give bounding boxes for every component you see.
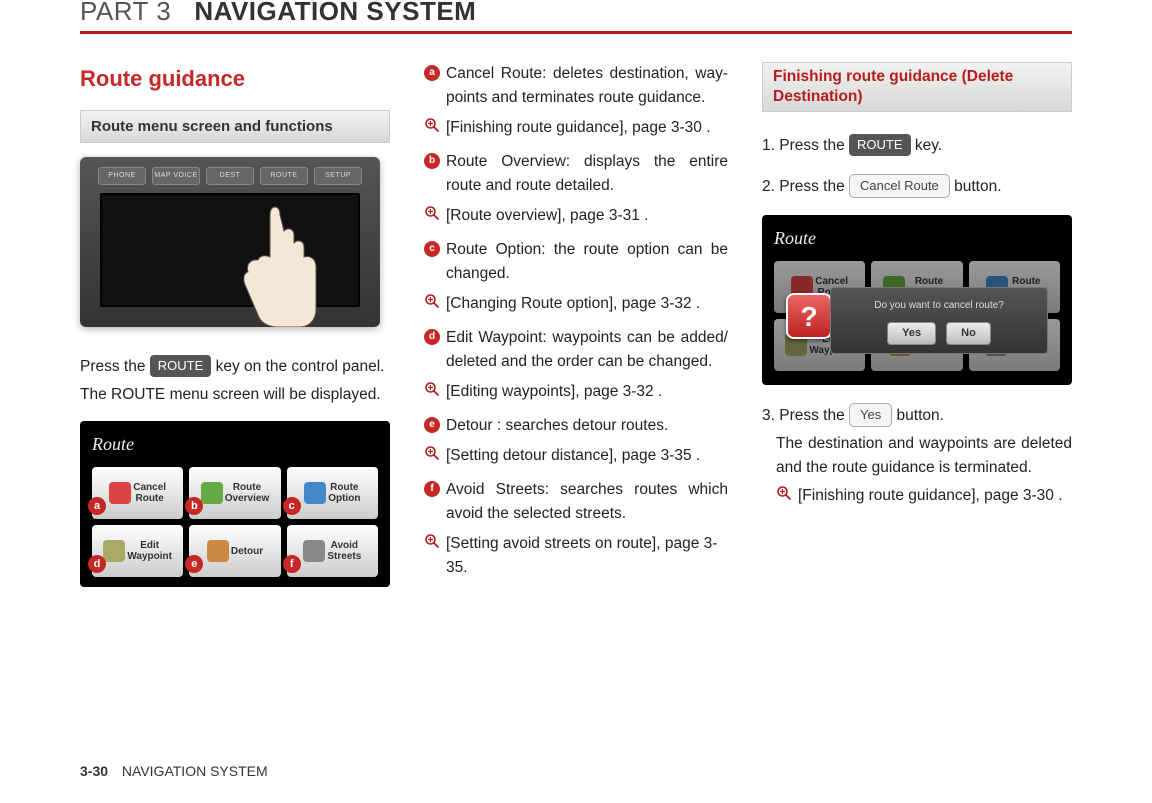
instruction-1: Press the ROUTE key on the control panel… [80,355,390,379]
callout-marker: f [424,481,440,497]
hw-button-mapvoice: MAP VOICE [152,167,200,185]
instruction-2: The ROUTE menu screen will be displayed. [80,383,390,407]
section-heading: Route guidance [80,62,390,96]
dialog-yes-button: Yes [887,322,936,345]
feature-item-e: eDetour : searches detour routes. [424,414,728,438]
route-menu-detour: eDetour [189,525,280,577]
callout-marker: d [88,555,106,573]
route-keycap: ROUTE [849,134,911,156]
feature-item-d: dEdit Waypoint: waypoints can be added/ … [424,326,728,374]
hw-button-phone: PHONE [98,167,146,185]
callout-marker: f [283,555,301,573]
feature-ref-b: [Route overview], page 3-31 . [424,204,728,228]
part-label: PART 3 [80,0,171,26]
footer-section: NAVIGATION SYSTEM [122,763,268,779]
callout-marker: e [185,555,203,573]
magnifier-icon [424,117,440,133]
step-2: 2. Press the Cancel Route button. [762,174,1072,199]
feature-ref-d: [Editing waypoints], page 3-32 . [424,380,728,404]
feature-item-c: cRoute Option: the route option can be c… [424,238,728,286]
part-title: NAVIGATION SYSTEM [194,0,476,26]
dialog-no-button: No [946,322,991,345]
device-photo: PHONE MAP VOICE DEST ROUTE SETUP [80,157,380,327]
magnifier-icon [424,533,440,549]
magnifier-icon [424,445,440,461]
confirm-dialog: Do you want to cancel route? Yes No [830,287,1048,354]
feature-ref-a: [Finishing route guidance], page 3-30 . [424,116,728,140]
magnifier-icon [776,485,792,501]
page-header: PART 3 NAVIGATION SYSTEM [0,0,1152,27]
callout-marker: d [424,329,440,345]
cancel-dialog-screenshot: Route Cancel RouteRoute OverviewRoute Op… [762,215,1072,385]
header-rule [80,31,1072,34]
callout-marker: a [88,497,106,515]
feature-item-f: fAvoid Streets: searches routes which av… [424,478,728,526]
callout-marker: c [424,241,440,257]
step-3-detail: The destination and waypoints are delete… [762,432,1072,480]
callout-marker: a [424,65,440,81]
feature-ref-e: [Setting detour distance], page 3-35 . [424,444,728,468]
magnifier-icon [424,293,440,309]
screenshot-title: Route [768,223,1066,261]
column-1: Route guidance Route menu screen and fun… [80,62,390,605]
screenshot-title: Route [86,429,384,467]
route-menu-cancel-route: aCancel Route [92,467,183,519]
hw-button-route: ROUTE [260,167,308,185]
route-menu-route-option: cRoute Option [287,467,378,519]
callout-marker: c [283,497,301,515]
page-number: 3-30 [80,763,108,779]
route-menu-avoid-streets: fAvoid Streets [287,525,378,577]
route-menu-screenshot: Route aCancel RoutebRoute OverviewcRoute… [80,421,390,587]
feature-item-b: bRoute Overview: displays the entire rou… [424,150,728,198]
pointing-hand-icon [230,197,320,327]
step-3: 3. Press the Yes button. [762,403,1072,428]
page-footer: 3-30 NAVIGATION SYSTEM [80,763,268,779]
route-menu-route-overview: bRoute Overview [189,467,280,519]
step-1: 1. Press the ROUTE key. [762,134,1072,158]
subsection-heading-red: Finishing route guidance (Delete Destina… [762,62,1072,112]
subsection-heading: Route menu screen and functions [80,110,390,143]
callout-marker: b [424,153,440,169]
magnifier-icon [424,381,440,397]
feature-item-a: aCancel Route: deletes destination, way-… [424,62,728,110]
feature-ref-c: [Changing Route option], page 3-32 . [424,292,728,316]
column-2: aCancel Route: deletes destination, way-… [424,62,728,605]
feature-ref-f: [Setting avoid streets on route], page 3… [424,532,728,580]
yes-softbutton: Yes [849,403,892,427]
hw-button-setup: SETUP [314,167,362,185]
column-3: Finishing route guidance (Delete Destina… [762,62,1072,605]
callout-marker: b [185,497,203,515]
hw-button-dest: DEST [206,167,254,185]
route-menu-edit-waypoint: dEdit Waypoint [92,525,183,577]
magnifier-icon [424,205,440,221]
question-mark-icon: ? [786,293,832,339]
callout-marker: e [424,417,440,433]
route-keycap: ROUTE [150,355,212,377]
cancel-route-softbutton: Cancel Route [849,174,950,198]
dialog-text: Do you want to cancel route? [839,298,1039,314]
step-3-ref: [Finishing route guidance], page 3-30 . [776,484,1072,508]
